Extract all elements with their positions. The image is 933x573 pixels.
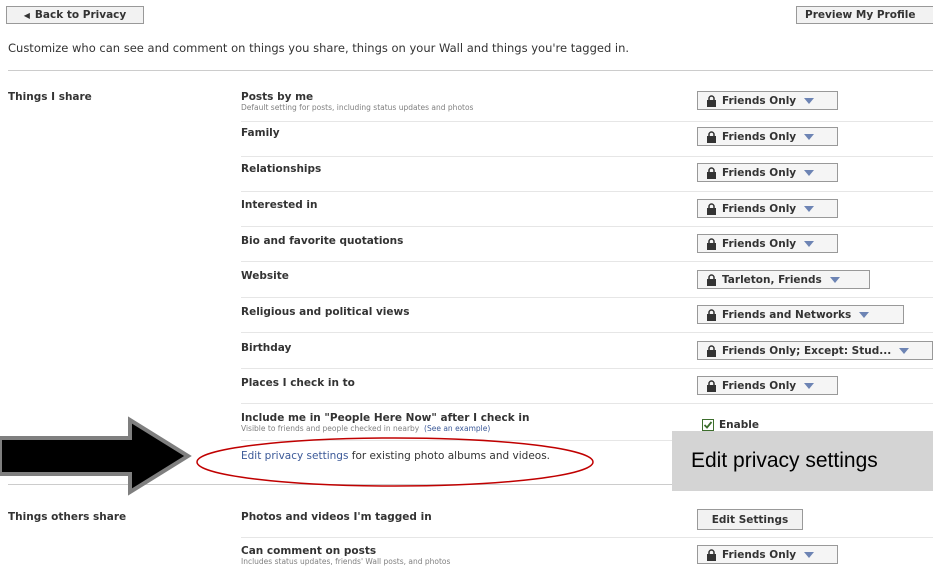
- dropdown-value: Friends Only: [722, 379, 797, 392]
- privacy-dropdown-family[interactable]: Friends Only: [697, 127, 838, 146]
- enable-checkbox[interactable]: [702, 419, 714, 431]
- annotation-arrow-icon: [0, 416, 192, 496]
- privacy-dropdown-relationships[interactable]: Friends Only: [697, 163, 838, 182]
- row-subtitle: Includes status updates, friends' Wall p…: [241, 557, 451, 566]
- dropdown-value: Friends Only: [722, 237, 797, 250]
- row-divider: [241, 121, 933, 122]
- lock-icon: [707, 202, 716, 215]
- row-divider: [241, 191, 933, 192]
- lock-icon: [707, 308, 716, 321]
- dropdown-value: Friends Only: [722, 166, 797, 179]
- row-divider: [241, 261, 933, 262]
- privacy-dropdown-bio[interactable]: Friends Only: [697, 234, 838, 253]
- privacy-dropdown-can-comment[interactable]: Friends Only: [697, 545, 838, 564]
- back-to-privacy-label: Back to Privacy: [34, 9, 127, 21]
- row-title: Places I check in to: [241, 377, 355, 389]
- chevron-down-icon: [804, 240, 815, 247]
- top-bar: ◀ Back to Privacy Preview My Profile: [0, 0, 933, 30]
- edit-settings-label: Edit Settings: [711, 513, 789, 526]
- row-title: Birthday: [241, 342, 292, 354]
- lock-icon: [707, 94, 716, 107]
- dropdown-value: Friends Only; Except: Stud...: [722, 344, 892, 357]
- privacy-dropdown-places-check-in[interactable]: Friends Only: [697, 376, 838, 395]
- back-to-privacy-button[interactable]: ◀ Back to Privacy: [6, 6, 144, 24]
- privacy-dropdown-interested-in[interactable]: Friends Only: [697, 199, 838, 218]
- row-title: Website: [241, 270, 289, 282]
- chevron-down-icon: [804, 133, 815, 140]
- lock-icon: [707, 166, 716, 179]
- lock-icon: [707, 237, 716, 250]
- row-title: Religious and political views: [241, 306, 410, 318]
- row-title: Can comment on posts: [241, 545, 377, 557]
- chevron-down-icon: [804, 205, 815, 212]
- row-title: Posts by me: [241, 91, 314, 103]
- chevron-down-icon: [859, 311, 870, 318]
- edit-settings-button[interactable]: Edit Settings: [697, 509, 803, 530]
- chevron-down-icon: [899, 347, 910, 354]
- preview-my-profile-button[interactable]: Preview My Profile: [796, 6, 933, 24]
- dropdown-value: Tarleton, Friends: [722, 273, 822, 286]
- dropdown-value: Friends Only: [722, 130, 797, 143]
- row-title: Include me in "People Here Now" after I …: [241, 412, 530, 424]
- privacy-dropdown-posts-by-me[interactable]: Friends Only: [697, 91, 838, 110]
- privacy-dropdown-website[interactable]: Tarleton, Friends: [697, 270, 870, 289]
- row-title: Bio and favorite quotations: [241, 235, 404, 247]
- divider: [8, 70, 933, 71]
- lock-icon: [707, 379, 716, 392]
- callout-edit-privacy-settings: Edit privacy settings: [672, 431, 933, 491]
- row-divider: [241, 297, 933, 298]
- preview-my-profile-label: Preview My Profile: [805, 9, 916, 21]
- lock-icon: [707, 548, 716, 561]
- row-divider: [241, 537, 933, 538]
- section-label-things-i-share: Things I share: [8, 91, 92, 103]
- left-triangle-icon: ◀: [23, 10, 30, 20]
- intro-text: Customize who can see and comment on thi…: [8, 41, 630, 55]
- lock-icon: [707, 130, 716, 143]
- row-divider: [241, 403, 933, 404]
- chevron-down-icon: [804, 97, 815, 104]
- chevron-down-icon: [804, 551, 815, 558]
- privacy-dropdown-religious-political[interactable]: Friends and Networks: [697, 305, 904, 324]
- chevron-down-icon: [804, 382, 815, 389]
- row-divider: [241, 332, 933, 333]
- row-subtitle: Default setting for posts, including sta…: [241, 103, 474, 112]
- row-divider: [241, 368, 933, 369]
- dropdown-value: Friends Only: [722, 548, 797, 561]
- lock-icon: [707, 273, 716, 286]
- checkmark-icon: [703, 421, 713, 429]
- privacy-dropdown-birthday[interactable]: Friends Only; Except: Stud...: [697, 341, 933, 360]
- row-title: Relationships: [241, 163, 322, 175]
- lock-icon: [707, 344, 716, 357]
- row-divider: [241, 226, 933, 227]
- enable-checkbox-wrap[interactable]: Enable: [702, 419, 759, 431]
- row-title: Photos and videos I'm tagged in: [241, 511, 432, 523]
- dropdown-value: Friends Only: [722, 202, 797, 215]
- chevron-down-icon: [804, 169, 815, 176]
- row-title: Interested in: [241, 199, 318, 211]
- dropdown-value: Friends and Networks: [722, 308, 852, 321]
- annotation-oval: [196, 437, 594, 487]
- row-title: Family: [241, 127, 280, 139]
- section-label-things-others-share: Things others share: [8, 511, 127, 523]
- enable-label: Enable: [719, 419, 759, 431]
- chevron-down-icon: [829, 276, 840, 283]
- row-divider: [241, 156, 933, 157]
- dropdown-value: Friends Only: [722, 94, 797, 107]
